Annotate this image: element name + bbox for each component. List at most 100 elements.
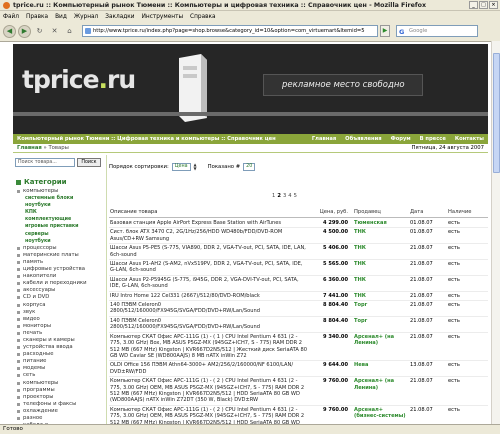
category-item[interactable]: накопители <box>17 273 106 280</box>
menu-tools[interactable]: Инструменты <box>142 14 183 20</box>
menu-file[interactable]: Файл <box>3 14 19 20</box>
col-price[interactable]: Цена, руб. <box>309 208 350 216</box>
page-link[interactable]: 1 <box>272 193 275 199</box>
category-item[interactable]: разное <box>17 415 106 422</box>
category-item[interactable]: ноутбуки <box>17 202 106 209</box>
category-item[interactable]: память <box>17 259 106 266</box>
home-button[interactable]: ⌂ <box>63 24 76 38</box>
product-search-button[interactable]: Поиск <box>77 158 101 167</box>
category-item[interactable]: сеть <box>17 372 106 379</box>
nav-link-press[interactable]: В прессе <box>420 136 446 142</box>
product-seller[interactable]: Торг <box>350 317 408 325</box>
product-description[interactable]: Шасси Asus P2-P5945G (S-775, i945G, DDR … <box>109 276 309 291</box>
ad-placeholder[interactable]: рекламное место свободно <box>263 74 423 96</box>
reload-button[interactable]: ↻ <box>33 24 46 38</box>
category-item[interactable]: цифровые устройства <box>17 266 106 273</box>
page-link[interactable]: 3 <box>283 193 286 199</box>
product-description[interactable]: Шасси Asus P5-PE5 (S-775, VIA890, DDR 2,… <box>109 244 309 259</box>
category-item[interactable]: компьютеры <box>17 188 106 195</box>
category-item[interactable]: системные блоки <box>17 195 106 202</box>
product-seller[interactable]: ТНК <box>350 260 408 268</box>
page-link[interactable]: 4 <box>288 193 291 199</box>
category-item[interactable]: печать <box>17 330 106 337</box>
product-seller[interactable]: Тюменская <box>350 219 408 227</box>
category-item[interactable]: модемы <box>17 365 106 372</box>
page-link[interactable]: 5 <box>294 193 297 199</box>
nav-link-ads[interactable]: Объявления <box>345 136 381 142</box>
product-description[interactable]: Шасси Asus P1-AH2 (S-AM2, nVx519PV, DDR … <box>109 260 309 275</box>
site-logo[interactable]: tprice.ru <box>22 65 136 94</box>
product-seller[interactable]: Нева <box>350 361 408 369</box>
menu-bookmarks[interactable]: Закладки <box>105 14 134 20</box>
menu-edit[interactable]: Правка <box>26 14 48 20</box>
category-item[interactable]: КПК <box>17 209 106 216</box>
col-seller[interactable]: Продавец <box>350 208 408 216</box>
category-item[interactable]: звук <box>17 309 106 316</box>
forward-button[interactable]: ▶ <box>18 24 31 38</box>
product-seller[interactable]: Арсенал+ (бизнес-системы) <box>350 406 408 421</box>
close-icon[interactable]: × <box>489 1 498 9</box>
product-description[interactable]: IRU Intro Home 122 Cel331 (2667)/512/80/… <box>109 292 309 300</box>
category-item[interactable]: видео <box>17 316 106 323</box>
page-link[interactable]: 2 <box>277 193 281 199</box>
product-seller[interactable]: ТНК <box>350 244 408 252</box>
category-item[interactable]: сканеры и камеры <box>17 337 106 344</box>
category-item[interactable]: расходные <box>17 351 106 358</box>
col-date[interactable]: Дата <box>408 208 446 216</box>
category-item[interactable]: аксессуары <box>17 287 106 294</box>
product-description[interactable]: 140 ПЭВМ Celeron0 2800/512/160000/FX945G… <box>109 317 309 332</box>
product-description[interactable]: 140 ПЭВМ Celeron0 2800/512/160000/FX945G… <box>109 301 309 316</box>
nav-link-home[interactable]: Главная <box>312 136 336 142</box>
web-search-input[interactable]: G Google <box>396 25 478 37</box>
product-seller[interactable]: Арсенал+ (на Ленина) <box>350 377 408 392</box>
sort-direction-icon[interactable]: ▲ ▼ <box>194 163 197 171</box>
category-item[interactable]: охлаждение <box>17 408 106 415</box>
product-description[interactable]: Компьютер СКАТ Офис АРС-111G (1) - ( 2 )… <box>109 406 309 424</box>
product-seller[interactable]: ТНК <box>350 292 408 300</box>
stop-button[interactable]: ✕ <box>48 24 61 38</box>
vertical-scrollbar[interactable] <box>491 41 500 424</box>
go-button[interactable]: ▶ <box>380 25 390 37</box>
scrollbar-thumb[interactable] <box>493 53 500 173</box>
sort-select[interactable]: Цена <box>171 163 191 171</box>
nav-link-forum[interactable]: Форум <box>391 136 411 142</box>
nav-link-contacts[interactable]: Контакты <box>455 136 484 142</box>
product-description[interactable]: Компьютер СКАТ Офис АРС-111G (1) - ( 2 )… <box>109 377 309 405</box>
category-item[interactable]: мониторы <box>17 323 106 330</box>
category-item[interactable]: серверы <box>17 231 106 238</box>
category-item[interactable]: телефоны и факсы <box>17 401 106 408</box>
product-description[interactable]: OLDI Office 156 ПЭВМ Athn64-3000+ AM2/25… <box>109 361 309 376</box>
perpage-select[interactable]: 20 <box>243 163 256 171</box>
product-description[interactable]: Компьютер СКАТ Офис АРС-111G (1) - ( 1 )… <box>109 333 309 361</box>
product-seller[interactable]: Арсенал+ (на Ленина) <box>350 333 408 348</box>
category-item[interactable]: проекторы <box>17 394 106 401</box>
menu-history[interactable]: Журнал <box>74 14 98 20</box>
category-item[interactable]: ноутбуки <box>17 238 106 245</box>
product-search-input[interactable]: Поиск товара... <box>15 158 75 167</box>
product-seller[interactable]: ТНК <box>350 228 408 236</box>
category-item[interactable]: программы <box>17 387 106 394</box>
product-description[interactable]: Сист. блок ATX 3470 С2, 2G/1Hz/256/HDD W… <box>109 228 309 243</box>
back-button[interactable]: ◀ <box>3 24 16 38</box>
category-item[interactable]: корпуса <box>17 302 106 309</box>
url-bar[interactable]: http://www.tprice.ru/index.php?page=shop… <box>82 25 378 37</box>
breadcrumb-home[interactable]: Главная <box>17 145 42 151</box>
category-item[interactable]: материнские платы <box>17 252 106 259</box>
product-seller[interactable]: Торг <box>350 301 408 309</box>
menu-help[interactable]: Справка <box>190 14 216 20</box>
col-stock[interactable]: Наличие <box>446 208 486 216</box>
product-description[interactable]: Базовая станция Apple AirPort Express Ba… <box>109 219 309 227</box>
category-item[interactable]: кабели и переходники <box>17 280 106 287</box>
col-description[interactable]: Описание товара <box>109 208 309 216</box>
category-item[interactable]: комплектующие <box>17 216 106 223</box>
category-item[interactable]: компьютеры <box>17 380 106 387</box>
category-item[interactable]: процессоры <box>17 245 106 252</box>
category-item[interactable]: игровые приставки <box>17 223 106 230</box>
product-seller[interactable]: ТНК <box>350 276 408 284</box>
minimize-icon[interactable]: _ <box>469 1 478 9</box>
maximize-icon[interactable]: □ <box>479 1 488 9</box>
menu-view[interactable]: Вид <box>55 14 67 20</box>
category-item[interactable]: CD и DVD <box>17 294 106 301</box>
category-item[interactable]: питание <box>17 358 106 365</box>
category-item[interactable]: устройства ввода <box>17 344 106 351</box>
